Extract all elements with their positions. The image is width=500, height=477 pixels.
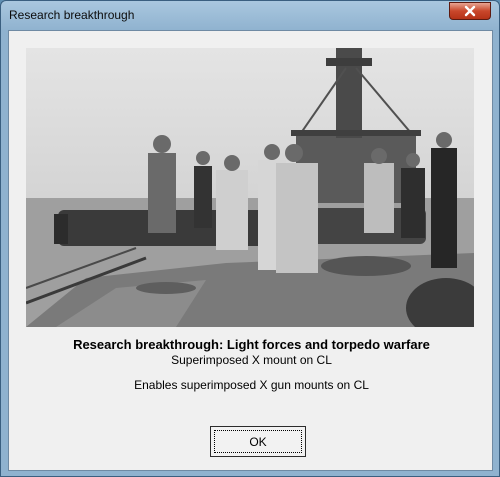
title-bar[interactable]: Research breakthrough <box>1 1 499 29</box>
research-dialog-window: Research breakthrough Research breakthro… <box>0 0 500 477</box>
research-heading: Research breakthrough: Light forces and … <box>73 337 430 352</box>
research-subheading: Superimposed X mount on CL <box>171 353 332 367</box>
close-icon <box>464 5 476 17</box>
close-button[interactable] <box>449 2 491 20</box>
dialog-client-area: Research breakthrough: Light forces and … <box>8 30 493 471</box>
torpedo-crew-photo <box>26 48 474 327</box>
research-description: Enables superimposed X gun mounts on CL <box>134 378 369 392</box>
window-title: Research breakthrough <box>9 8 135 22</box>
ok-button-label: OK <box>214 430 302 453</box>
ok-button[interactable]: OK <box>210 426 306 457</box>
